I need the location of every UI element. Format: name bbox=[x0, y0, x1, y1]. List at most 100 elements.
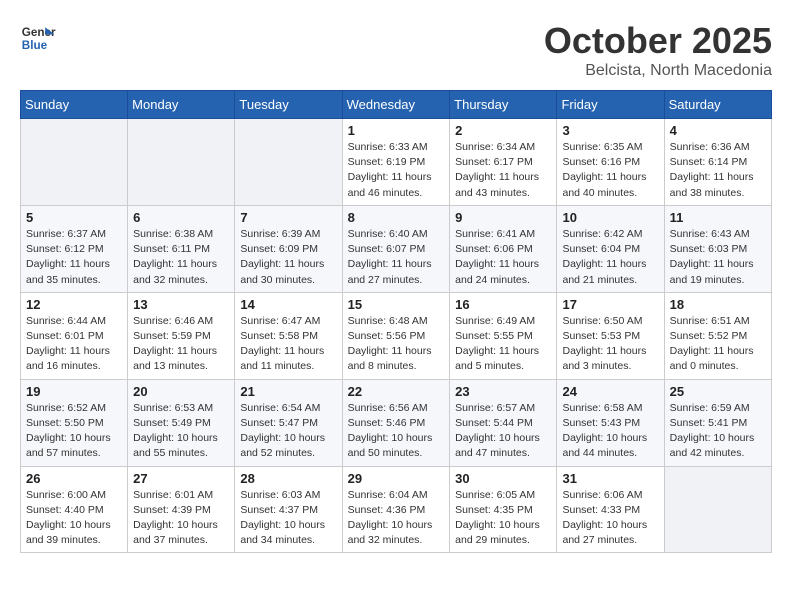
day-number: 14 bbox=[240, 297, 336, 312]
day-info: Sunrise: 6:57 AM Sunset: 5:44 PM Dayligh… bbox=[455, 401, 551, 462]
calendar-cell: 11 Sunrise: 6:43 AM Sunset: 6:03 PM Dayli… bbox=[664, 205, 771, 292]
day-number: 17 bbox=[562, 297, 658, 312]
day-info: Sunrise: 6:36 AM Sunset: 6:14 PM Dayligh… bbox=[670, 140, 766, 201]
day-info: Sunrise: 6:05 AM Sunset: 4:35 PM Dayligh… bbox=[455, 488, 551, 549]
day-number: 11 bbox=[670, 210, 766, 225]
day-number: 16 bbox=[455, 297, 551, 312]
col-header-wednesday: Wednesday bbox=[342, 91, 450, 119]
day-number: 13 bbox=[133, 297, 229, 312]
calendar-cell: 1 Sunrise: 6:33 AM Sunset: 6:19 PM Daylig… bbox=[342, 119, 450, 206]
calendar-week-1: 1 Sunrise: 6:33 AM Sunset: 6:19 PM Daylig… bbox=[21, 119, 772, 206]
calendar-week-2: 5 Sunrise: 6:37 AM Sunset: 6:12 PM Daylig… bbox=[21, 205, 772, 292]
col-header-tuesday: Tuesday bbox=[235, 91, 342, 119]
day-info: Sunrise: 6:04 AM Sunset: 4:36 PM Dayligh… bbox=[348, 488, 445, 549]
calendar-cell: 24 Sunrise: 6:58 AM Sunset: 5:43 PM Dayli… bbox=[557, 379, 664, 466]
col-header-friday: Friday bbox=[557, 91, 664, 119]
day-info: Sunrise: 6:53 AM Sunset: 5:49 PM Dayligh… bbox=[133, 401, 229, 462]
calendar-cell bbox=[664, 466, 771, 553]
calendar-cell: 28 Sunrise: 6:03 AM Sunset: 4:37 PM Dayli… bbox=[235, 466, 342, 553]
col-header-monday: Monday bbox=[128, 91, 235, 119]
day-info: Sunrise: 6:46 AM Sunset: 5:59 PM Dayligh… bbox=[133, 314, 229, 375]
calendar-cell: 5 Sunrise: 6:37 AM Sunset: 6:12 PM Daylig… bbox=[21, 205, 128, 292]
day-info: Sunrise: 6:56 AM Sunset: 5:46 PM Dayligh… bbox=[348, 401, 445, 462]
day-info: Sunrise: 6:37 AM Sunset: 6:12 PM Dayligh… bbox=[26, 227, 122, 288]
day-info: Sunrise: 6:34 AM Sunset: 6:17 PM Dayligh… bbox=[455, 140, 551, 201]
calendar-cell: 30 Sunrise: 6:05 AM Sunset: 4:35 PM Dayli… bbox=[450, 466, 557, 553]
day-number: 3 bbox=[562, 123, 658, 138]
logo: General Blue bbox=[20, 20, 56, 56]
day-info: Sunrise: 6:59 AM Sunset: 5:41 PM Dayligh… bbox=[670, 401, 766, 462]
day-info: Sunrise: 6:01 AM Sunset: 4:39 PM Dayligh… bbox=[133, 488, 229, 549]
calendar-cell: 2Sunrise: 6:34 AM Sunset: 6:17 PM Daylig… bbox=[450, 119, 557, 206]
day-number: 29 bbox=[348, 471, 445, 486]
calendar-cell: 29 Sunrise: 6:04 AM Sunset: 4:36 PM Dayli… bbox=[342, 466, 450, 553]
location-subtitle: Belcista, North Macedonia bbox=[544, 62, 772, 80]
calendar-table: SundayMondayTuesdayWednesdayThursdayFrid… bbox=[20, 90, 772, 553]
calendar-cell: 31 Sunrise: 6:06 AM Sunset: 4:33 PM Dayli… bbox=[557, 466, 664, 553]
day-number: 24 bbox=[562, 384, 658, 399]
day-number: 7 bbox=[240, 210, 336, 225]
calendar-cell: 20 Sunrise: 6:53 AM Sunset: 5:49 PM Dayli… bbox=[128, 379, 235, 466]
day-number: 5 bbox=[26, 210, 122, 225]
day-info: Sunrise: 6:54 AM Sunset: 5:47 PM Dayligh… bbox=[240, 401, 336, 462]
day-info: Sunrise: 6:33 AM Sunset: 6:19 PM Dayligh… bbox=[348, 140, 445, 201]
calendar-cell: 27 Sunrise: 6:01 AM Sunset: 4:39 PM Dayli… bbox=[128, 466, 235, 553]
day-number: 9 bbox=[455, 210, 551, 225]
calendar-cell: 23 Sunrise: 6:57 AM Sunset: 5:44 PM Dayli… bbox=[450, 379, 557, 466]
day-number: 28 bbox=[240, 471, 336, 486]
day-number: 1 bbox=[348, 123, 445, 138]
day-info: Sunrise: 6:39 AM Sunset: 6:09 PM Dayligh… bbox=[240, 227, 336, 288]
day-info: Sunrise: 6:38 AM Sunset: 6:11 PM Dayligh… bbox=[133, 227, 229, 288]
day-number: 21 bbox=[240, 384, 336, 399]
calendar-header-row: SundayMondayTuesdayWednesdayThursdayFrid… bbox=[21, 91, 772, 119]
calendar-cell: 19 Sunrise: 6:52 AM Sunset: 5:50 PM Dayli… bbox=[21, 379, 128, 466]
calendar-cell: 3 Sunrise: 6:35 AM Sunset: 6:16 PM Daylig… bbox=[557, 119, 664, 206]
calendar-week-4: 19 Sunrise: 6:52 AM Sunset: 5:50 PM Dayli… bbox=[21, 379, 772, 466]
day-info: Sunrise: 6:35 AM Sunset: 6:16 PM Dayligh… bbox=[562, 140, 658, 201]
calendar-week-5: 26Sunrise: 6:00 AM Sunset: 4:40 PM Dayli… bbox=[21, 466, 772, 553]
day-info: Sunrise: 6:47 AM Sunset: 5:58 PM Dayligh… bbox=[240, 314, 336, 375]
day-info: Sunrise: 6:06 AM Sunset: 4:33 PM Dayligh… bbox=[562, 488, 658, 549]
col-header-thursday: Thursday bbox=[450, 91, 557, 119]
col-header-sunday: Sunday bbox=[21, 91, 128, 119]
day-number: 4 bbox=[670, 123, 766, 138]
month-title: October 2025 bbox=[544, 20, 772, 62]
calendar-cell: 25Sunrise: 6:59 AM Sunset: 5:41 PM Dayli… bbox=[664, 379, 771, 466]
calendar-cell bbox=[235, 119, 342, 206]
calendar-week-3: 12Sunrise: 6:44 AM Sunset: 6:01 PM Dayli… bbox=[21, 292, 772, 379]
day-info: Sunrise: 6:43 AM Sunset: 6:03 PM Dayligh… bbox=[670, 227, 766, 288]
day-info: Sunrise: 6:42 AM Sunset: 6:04 PM Dayligh… bbox=[562, 227, 658, 288]
day-info: Sunrise: 6:52 AM Sunset: 5:50 PM Dayligh… bbox=[26, 401, 122, 462]
day-info: Sunrise: 6:48 AM Sunset: 5:56 PM Dayligh… bbox=[348, 314, 445, 375]
title-section: October 2025 Belcista, North Macedonia bbox=[544, 20, 772, 80]
svg-text:Blue: Blue bbox=[22, 39, 48, 52]
calendar-cell: 7 Sunrise: 6:39 AM Sunset: 6:09 PM Daylig… bbox=[235, 205, 342, 292]
calendar-cell: 13 Sunrise: 6:46 AM Sunset: 5:59 PM Dayli… bbox=[128, 292, 235, 379]
day-number: 15 bbox=[348, 297, 445, 312]
day-number: 31 bbox=[562, 471, 658, 486]
calendar-cell bbox=[128, 119, 235, 206]
calendar-cell: 16Sunrise: 6:49 AM Sunset: 5:55 PM Dayli… bbox=[450, 292, 557, 379]
day-number: 27 bbox=[133, 471, 229, 486]
calendar-cell: 26Sunrise: 6:00 AM Sunset: 4:40 PM Dayli… bbox=[21, 466, 128, 553]
calendar-cell: 18Sunrise: 6:51 AM Sunset: 5:52 PM Dayli… bbox=[664, 292, 771, 379]
day-info: Sunrise: 6:40 AM Sunset: 6:07 PM Dayligh… bbox=[348, 227, 445, 288]
calendar-cell: 17Sunrise: 6:50 AM Sunset: 5:53 PM Dayli… bbox=[557, 292, 664, 379]
day-number: 20 bbox=[133, 384, 229, 399]
calendar-cell: 9 Sunrise: 6:41 AM Sunset: 6:06 PM Daylig… bbox=[450, 205, 557, 292]
day-info: Sunrise: 6:51 AM Sunset: 5:52 PM Dayligh… bbox=[670, 314, 766, 375]
calendar-cell: 22 Sunrise: 6:56 AM Sunset: 5:46 PM Dayli… bbox=[342, 379, 450, 466]
calendar-cell bbox=[21, 119, 128, 206]
day-number: 22 bbox=[348, 384, 445, 399]
day-info: Sunrise: 6:03 AM Sunset: 4:37 PM Dayligh… bbox=[240, 488, 336, 549]
calendar-cell: 8Sunrise: 6:40 AM Sunset: 6:07 PM Daylig… bbox=[342, 205, 450, 292]
day-info: Sunrise: 6:41 AM Sunset: 6:06 PM Dayligh… bbox=[455, 227, 551, 288]
day-info: Sunrise: 6:44 AM Sunset: 6:01 PM Dayligh… bbox=[26, 314, 122, 375]
day-number: 23 bbox=[455, 384, 551, 399]
day-number: 19 bbox=[26, 384, 122, 399]
calendar-cell: 12Sunrise: 6:44 AM Sunset: 6:01 PM Dayli… bbox=[21, 292, 128, 379]
day-info: Sunrise: 6:58 AM Sunset: 5:43 PM Dayligh… bbox=[562, 401, 658, 462]
day-number: 30 bbox=[455, 471, 551, 486]
header: General Blue October 2025 Belcista, Nort… bbox=[20, 20, 772, 80]
col-header-saturday: Saturday bbox=[664, 91, 771, 119]
